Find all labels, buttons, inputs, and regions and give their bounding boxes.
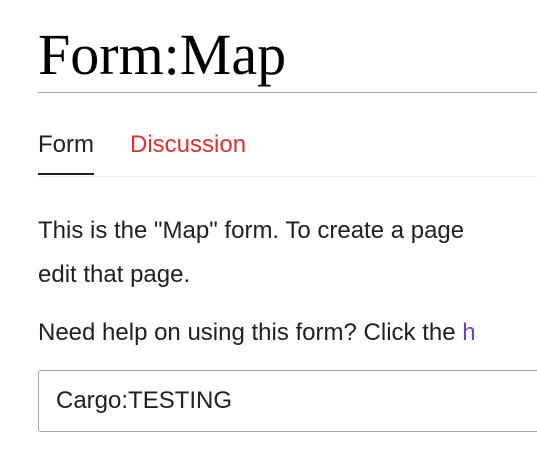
tab-form[interactable]: Form [38, 126, 94, 175]
tab-discussion[interactable]: Discussion [130, 126, 246, 175]
page-title: Form:Map [38, 22, 287, 87]
page-name-input[interactable] [39, 371, 537, 431]
help-link[interactable]: h [462, 319, 475, 346]
help-text: Need help on using this form? Click the [38, 319, 463, 346]
title-divider [38, 92, 537, 93]
page-name-field[interactable] [38, 370, 537, 432]
help-paragraph: Need help on using this form? Click the … [38, 311, 476, 355]
page: Form:Map Form Discussion This is the "Ma… [0, 0, 537, 475]
page-tabs: Form Discussion [38, 126, 537, 177]
intro-line-2: edit that page. [38, 261, 191, 288]
intro-line-1: This is the "Map" form. To create a page [38, 217, 465, 244]
intro-paragraph: This is the "Map" form. To create a page… [38, 209, 464, 297]
